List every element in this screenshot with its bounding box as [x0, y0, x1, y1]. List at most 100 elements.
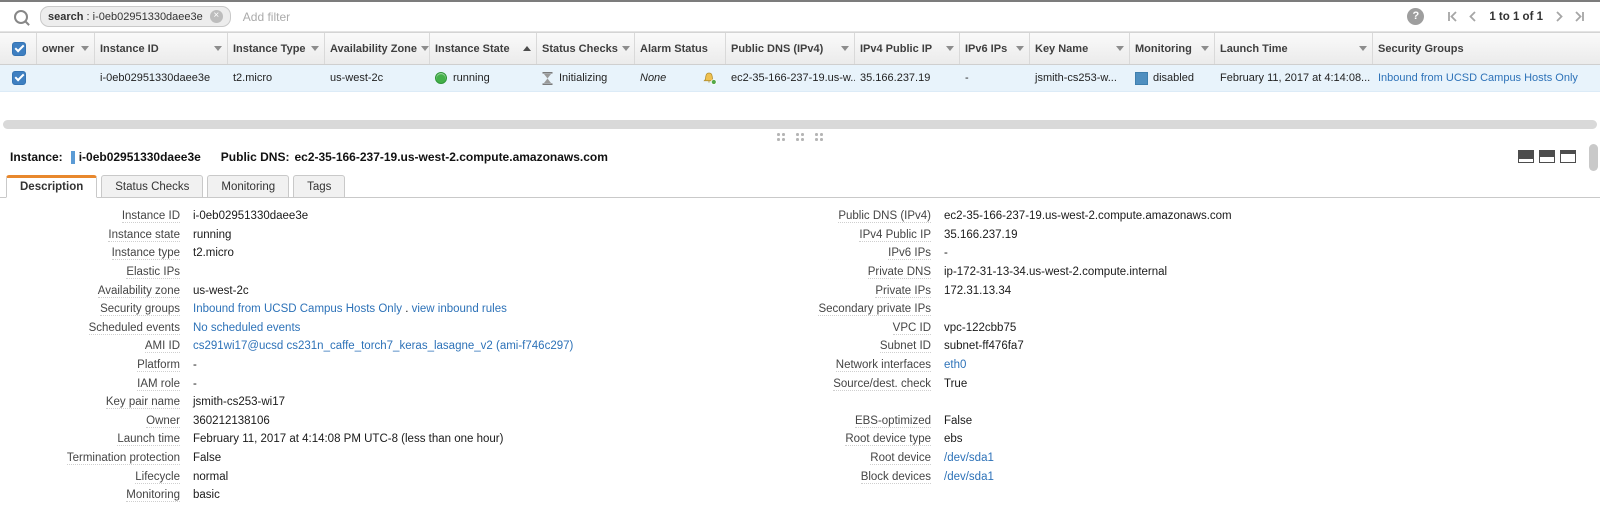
- column-label: owner: [42, 42, 75, 55]
- cell-text: February 11, 2017 at 4:14:08...: [1220, 72, 1371, 84]
- add-filter-input[interactable]: Add filter: [243, 10, 290, 24]
- column-header-key-name[interactable]: Key Name: [1030, 33, 1130, 64]
- prev-page-button[interactable]: [1463, 11, 1482, 22]
- field-label-text: Security groups: [100, 303, 180, 317]
- field-label-text: Platform: [137, 359, 180, 373]
- field-label-text: Instance state: [108, 228, 180, 242]
- field-label: IPv4 Public IP: [766, 228, 931, 242]
- next-page-button[interactable]: [1550, 11, 1569, 22]
- pane-resize-handle[interactable]: [0, 133, 1600, 141]
- column-header-monitoring[interactable]: Monitoring: [1130, 33, 1215, 64]
- field-value: True: [931, 378, 967, 390]
- cell-ipv4-public-ip: 35.166.237.19: [855, 65, 960, 91]
- column-header-ipv4-public-ip[interactable]: IPv4 Public IP: [855, 33, 960, 64]
- filter-dropdown-icon[interactable]: [214, 46, 222, 51]
- filter-dropdown-icon[interactable]: [1116, 46, 1124, 51]
- column-label: Public DNS (IPv4): [731, 42, 824, 55]
- column-header-owner[interactable]: owner: [37, 33, 95, 64]
- description-row: Elastic IPs: [8, 263, 766, 282]
- filter-dropdown-icon[interactable]: [1201, 46, 1209, 51]
- cell-alarm-status: None: [635, 65, 726, 91]
- field-value: No scheduled events: [180, 322, 300, 334]
- field-label-text: Secondary private IPs: [818, 303, 931, 317]
- drag-dots-icon: [777, 133, 785, 141]
- cell-owner: [37, 65, 95, 91]
- help-icon[interactable]: [1407, 8, 1425, 25]
- filter-dropdown-icon[interactable]: [1359, 46, 1367, 51]
- filter-dropdown-icon[interactable]: [841, 46, 849, 51]
- filter-dropdown-icon[interactable]: [421, 46, 429, 51]
- description-row: Block devices/dev/sda1: [766, 467, 1600, 486]
- field-label-text: Root device: [870, 452, 931, 466]
- column-header-instance-state[interactable]: Instance State: [430, 33, 537, 64]
- last-page-button[interactable]: [1569, 11, 1590, 22]
- layout-full-pane-icon[interactable]: [1560, 150, 1576, 163]
- column-header-status-checks[interactable]: Status Checks: [537, 33, 635, 64]
- field-label: Network interfaces: [766, 359, 931, 373]
- instance-state-text: running: [453, 72, 490, 84]
- column-label: Launch Time: [1220, 42, 1288, 55]
- field-label-text: Scheduled events: [88, 321, 180, 335]
- vertical-scrollbar[interactable]: [1589, 144, 1598, 171]
- field-label-text: Subnet ID: [879, 340, 931, 354]
- field-text: jsmith-cs253-wi17: [193, 396, 286, 409]
- field-label: Elastic IPs: [8, 266, 180, 280]
- column-header-alarm-status[interactable]: Alarm Status: [635, 33, 726, 64]
- detail-tabs: Description Status Checks Monitoring Tags: [0, 175, 1600, 198]
- filter-dropdown-icon[interactable]: [311, 46, 319, 51]
- column-header-instance-id[interactable]: Instance ID: [95, 33, 228, 64]
- remove-filter-icon[interactable]: [209, 10, 223, 23]
- column-header-security-groups[interactable]: Security Groups: [1373, 33, 1600, 64]
- tab-monitoring[interactable]: Monitoring: [207, 175, 290, 198]
- column-header-launch-time[interactable]: Launch Time: [1215, 33, 1373, 64]
- field-label: Owner: [8, 414, 180, 428]
- column-header-instance-type[interactable]: Instance Type: [228, 33, 325, 64]
- drag-dots-icon: [815, 133, 823, 141]
- column-header-ipv6-ips[interactable]: IPv6 IPs: [960, 33, 1030, 64]
- select-all-checkbox[interactable]: [12, 41, 26, 56]
- field-label-text: Public DNS (IPv4): [838, 210, 931, 224]
- select-all-header[interactable]: [0, 33, 37, 64]
- filter-dropdown-icon[interactable]: [946, 46, 954, 51]
- column-header-availability-zone[interactable]: Availability Zone: [325, 33, 430, 64]
- field-text: i-0eb02951330daee3e: [193, 210, 309, 223]
- field-value: /dev/sda1: [931, 452, 994, 464]
- search-filter-tag[interactable]: search : i-0eb02951330daee3e: [40, 6, 231, 27]
- tab-status-checks[interactable]: Status Checks: [101, 175, 204, 198]
- description-row: [766, 393, 1600, 412]
- field-link[interactable]: /dev/sda1: [944, 452, 994, 464]
- field-link[interactable]: cs291wi17@ucsd cs231n_caffe_torch7_keras…: [193, 340, 573, 352]
- field-link[interactable]: eth0: [944, 359, 966, 371]
- tab-description[interactable]: Description: [6, 175, 98, 198]
- cell-text: us-west-2c: [330, 72, 384, 84]
- field-link[interactable]: view inbound rules: [412, 303, 507, 315]
- field-link[interactable]: Inbound from UCSD Campus Hosts Only: [193, 303, 402, 315]
- filter-dropdown-icon[interactable]: [621, 46, 630, 51]
- field-label: VPC ID: [766, 321, 931, 335]
- field-label: IPv6 IPs: [766, 247, 931, 261]
- instance-row[interactable]: i-0eb02951330daee3e t2.micro us-west-2c run…: [0, 65, 1600, 92]
- description-row: Private IPs 172.31.13.34: [766, 281, 1600, 300]
- field-label: Scheduled events: [8, 321, 180, 335]
- cell-availability-zone: us-west-2c: [325, 65, 430, 91]
- row-checkbox[interactable]: [12, 71, 26, 85]
- filter-dropdown-icon[interactable]: [81, 46, 89, 51]
- horizontal-scrollbar[interactable]: [3, 120, 1597, 129]
- field-link[interactable]: /dev/sda1: [944, 471, 994, 483]
- first-page-button[interactable]: [1442, 11, 1463, 22]
- filter-dropdown-icon[interactable]: [1016, 46, 1024, 51]
- column-header-public-dns-ipv4[interactable]: Public DNS (IPv4): [726, 33, 855, 64]
- description-row: Key pair name jsmith-cs253-wi17: [8, 393, 766, 412]
- field-label: IAM role: [8, 377, 180, 391]
- description-row: VPC ID vpc-122cbb75: [766, 319, 1600, 338]
- security-group-link[interactable]: Inbound from UCSD Campus Hosts Only: [1378, 72, 1578, 84]
- layout-bottom-pane-icon[interactable]: [1518, 150, 1534, 163]
- description-row: Private DNS ip-172-31-13-34.us-west-2.com…: [766, 263, 1600, 282]
- tab-tags[interactable]: Tags: [293, 175, 346, 198]
- cell-instance-state: running: [430, 65, 537, 91]
- field-link[interactable]: No scheduled events: [193, 322, 300, 334]
- field-label-text: Key pair name: [105, 396, 180, 410]
- description-row: Monitoring basic: [8, 486, 766, 505]
- layout-split-pane-icon[interactable]: [1539, 150, 1555, 163]
- configure-alarm-icon[interactable]: [703, 72, 721, 85]
